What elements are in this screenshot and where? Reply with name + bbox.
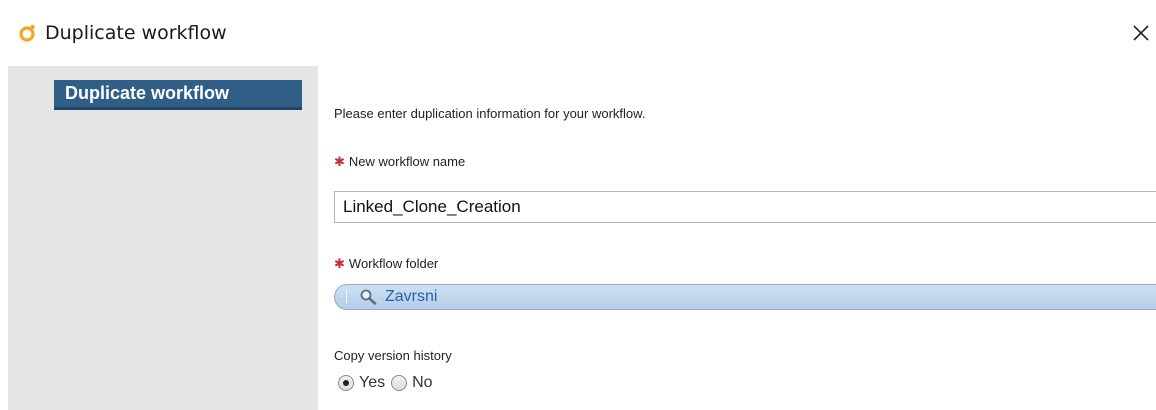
workflow-name-input[interactable] [334, 191, 1156, 223]
version-history-yes-radio[interactable] [338, 375, 354, 391]
chip-handle-icon: ┆ [343, 290, 351, 304]
required-marker: ✱ [334, 256, 345, 271]
workflow-folder-label: ✱ Workflow folder [334, 256, 438, 272]
version-history-no-label[interactable]: No [412, 374, 432, 392]
title-bar: Duplicate workflow [0, 0, 1156, 66]
intro-text: Please enter duplication information for… [334, 106, 646, 121]
close-icon[interactable] [1128, 20, 1154, 46]
workflow-folder-value: Zavrsni [385, 288, 438, 305]
search-icon[interactable] [359, 288, 379, 306]
version-history-no-radio[interactable] [391, 375, 408, 391]
version-history-yes-label[interactable]: Yes [359, 374, 385, 392]
sidebar-item-label: Duplicate workflow [65, 83, 230, 103]
version-history-radio-group: Yes No [338, 374, 439, 398]
step-sidebar: Duplicate workflow [8, 66, 318, 410]
workflow-name-label: ✱ New workflow name [334, 154, 465, 170]
required-marker: ✱ [334, 154, 345, 169]
version-history-label: Copy version history [334, 348, 452, 363]
orchestrator-icon [19, 24, 35, 42]
duplicate-workflow-dialog: Duplicate workflow Duplicate workflow Pl… [0, 0, 1156, 410]
dialog-title: Duplicate workflow [45, 22, 227, 44]
sidebar-item-duplicate-workflow[interactable]: Duplicate workflow [54, 80, 302, 110]
workflow-folder-selector[interactable]: ┆ Zavrsni × [334, 284, 1156, 310]
workflow-name-label-text: New workflow name [348, 154, 466, 169]
workflow-folder-label-text: Workflow folder [348, 256, 439, 271]
form-panel: Please enter duplication information for… [318, 66, 1156, 410]
